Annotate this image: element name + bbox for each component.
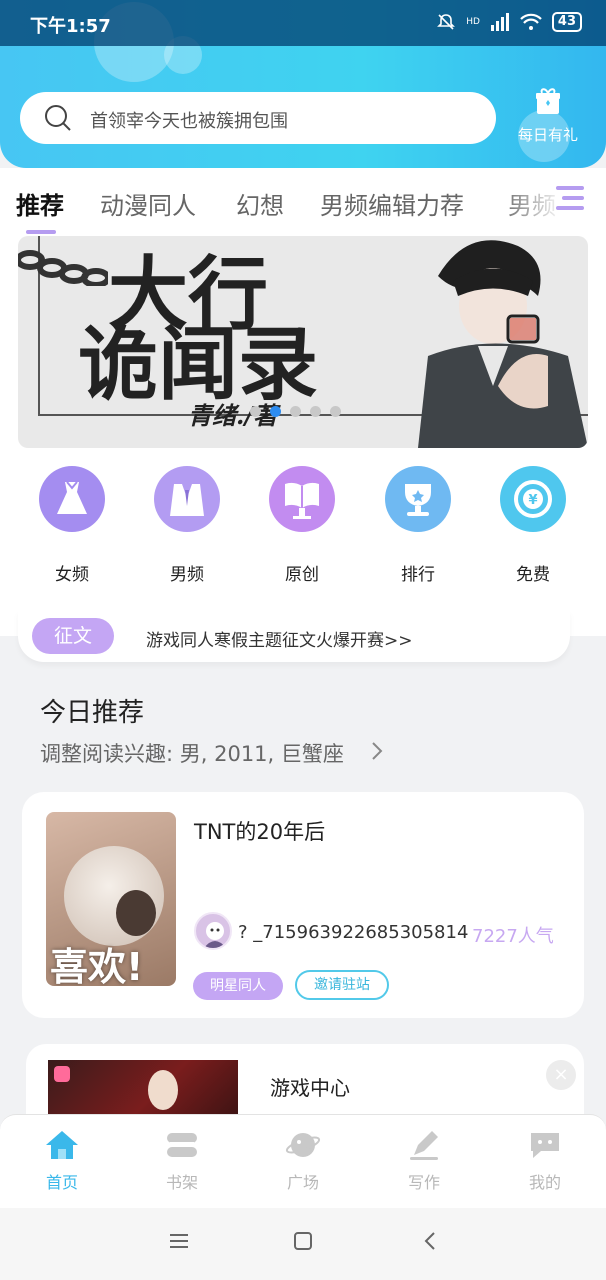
- coin-icon: ¥: [500, 466, 566, 532]
- category-ranking[interactable]: 排行: [378, 466, 458, 585]
- category-label: 免费: [516, 565, 550, 585]
- nav-label: 写作: [407, 1173, 440, 1192]
- popularity-count: 7227人气: [472, 926, 554, 947]
- bookshelf-icon: [167, 1133, 197, 1157]
- tab-recommend[interactable]: 推荐: [16, 186, 64, 221]
- book-cover[interactable]: 喜欢!: [46, 812, 176, 986]
- banner-carousel[interactable]: 大行 诡闻录 青绪./著: [18, 236, 588, 448]
- tab-fantasy[interactable]: 幻想: [236, 186, 284, 221]
- status-icons: HD 43: [436, 12, 582, 32]
- tabs-fade: [500, 168, 606, 238]
- search-placeholder: 首领宰今天也被簇拥包围: [90, 111, 288, 132]
- daily-gift-button[interactable]: 每日有礼: [512, 86, 584, 145]
- category-label: 女频: [55, 565, 89, 585]
- carousel-dot-active[interactable]: [270, 406, 281, 417]
- signal-icon: [490, 13, 509, 31]
- back-key-icon[interactable]: [420, 1230, 442, 1252]
- banner-character-illustration: [418, 240, 588, 448]
- category-label: 排行: [401, 565, 435, 585]
- contest-tag: 征文: [32, 618, 114, 654]
- carousel-dot[interactable]: [310, 406, 321, 417]
- menu-key-icon[interactable]: [168, 1230, 190, 1252]
- game-center-label: 游戏中心: [270, 1076, 350, 1100]
- category-free[interactable]: ¥ 免费: [493, 466, 573, 585]
- carousel-dot[interactable]: [250, 406, 261, 417]
- system-nav-bar: [0, 1208, 606, 1280]
- nav-label: 广场: [286, 1173, 319, 1192]
- carousel-dot[interactable]: [330, 406, 341, 417]
- genre-tag[interactable]: 明星同人: [193, 972, 283, 1000]
- chevron-right-icon[interactable]: [370, 740, 384, 762]
- nav-label: 我的: [528, 1173, 561, 1192]
- contest-banner[interactable]: 征文 游戏同人寒假主题征文火爆开赛>>: [18, 610, 570, 662]
- status-bar: 下午1:57 HD 43: [0, 0, 606, 46]
- battery-indicator: 43: [551, 12, 582, 32]
- chain-decoration: [18, 250, 108, 286]
- category-tabs: 推荐 动漫同人 幻想 男频编辑力荐 男频: [0, 168, 606, 238]
- wifi-icon: [520, 13, 542, 30]
- home-key-icon[interactable]: [292, 1230, 314, 1252]
- category-label: 原创: [285, 565, 319, 585]
- game-character: [148, 1070, 178, 1110]
- gift-icon: [536, 88, 560, 114]
- close-icon[interactable]: ×: [546, 1060, 576, 1090]
- book-title[interactable]: TNT的20年后: [194, 816, 325, 846]
- trophy-icon: [385, 466, 451, 532]
- contest-text: 游戏同人寒假主题征文火爆开赛>>: [146, 631, 413, 651]
- nav-home[interactable]: 首页: [22, 1129, 102, 1193]
- book-card[interactable]: 喜欢! TNT的20年后 ? _715963922685305814 7227人…: [22, 792, 584, 1018]
- bottom-nav: 首页 书架 广场 写作 我的: [0, 1114, 606, 1208]
- carousel-dot[interactable]: [290, 406, 301, 417]
- game-app-icon: [54, 1066, 70, 1082]
- nav-label: 书架: [165, 1173, 198, 1192]
- nav-mine[interactable]: 我的: [505, 1129, 585, 1193]
- search-bar[interactable]: 首领宰今天也被簇拥包围: [20, 92, 496, 144]
- avatar[interactable]: [194, 912, 232, 950]
- carousel-dots: [250, 406, 341, 417]
- daily-gift-label: 每日有礼: [517, 126, 578, 144]
- shirt-icon: [154, 466, 220, 532]
- category-male[interactable]: 男频: [147, 466, 227, 585]
- category-original[interactable]: 原创: [262, 466, 342, 585]
- tab-menu-icon[interactable]: [556, 184, 588, 212]
- nav-bookshelf[interactable]: 书架: [142, 1129, 222, 1193]
- tab-underline: [26, 230, 56, 234]
- svg-text:¥: ¥: [528, 493, 537, 508]
- status-time: 下午1:57: [30, 16, 111, 37]
- silent-bell-icon: [437, 14, 456, 30]
- network-label: HD: [466, 17, 480, 27]
- category-label: 男频: [170, 565, 204, 585]
- nav-label: 首页: [45, 1173, 78, 1192]
- invite-tag[interactable]: 邀请驻站: [295, 970, 389, 1000]
- nav-write[interactable]: 写作: [384, 1129, 464, 1193]
- nav-square[interactable]: 广场: [263, 1129, 343, 1193]
- cover-mouth: [116, 890, 156, 936]
- home-icon: [46, 1131, 78, 1159]
- today-title: 今日推荐: [40, 698, 145, 728]
- author-name[interactable]: ? _715963922685305814: [238, 922, 468, 943]
- reading-interest-link[interactable]: 调整阅读兴趣: 男, 2011, 巨蟹座: [40, 738, 344, 768]
- search-icon: [45, 105, 71, 131]
- chat-bubble-icon: [531, 1133, 559, 1158]
- category-female[interactable]: 女频: [32, 466, 112, 585]
- tab-male-editor-picks[interactable]: 男频编辑力荐: [320, 186, 464, 221]
- cover-text: 喜欢!: [50, 945, 144, 986]
- tab-anime-fanfic[interactable]: 动漫同人: [100, 186, 196, 221]
- book-icon: [269, 466, 335, 532]
- planet-icon: [285, 1133, 321, 1157]
- dress-icon: [39, 466, 105, 532]
- pen-icon: [410, 1131, 438, 1160]
